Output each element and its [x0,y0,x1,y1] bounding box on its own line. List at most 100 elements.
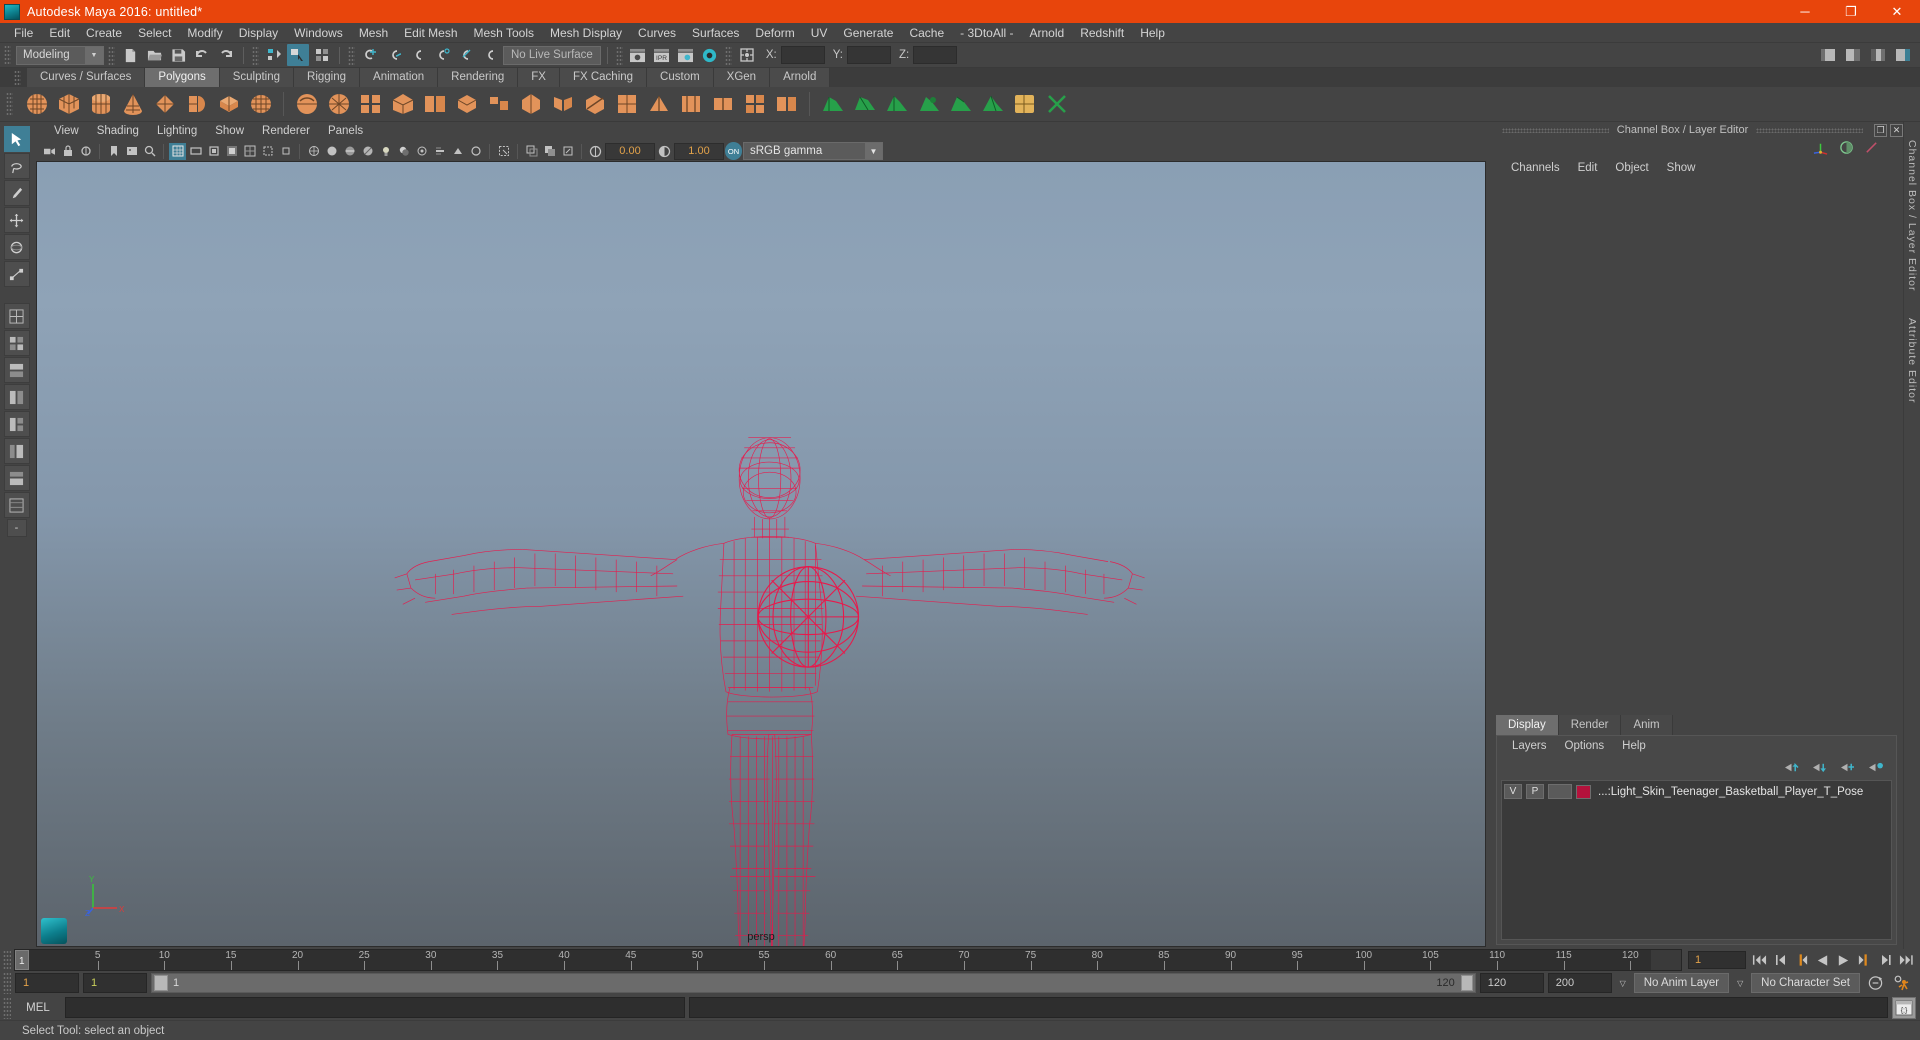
smooth-icon[interactable] [324,90,353,119]
layer-list[interactable]: V P ...:Light_Skin_Teenager_Basketball_P… [1501,780,1892,940]
depth-of-field-icon[interactable] [467,143,484,160]
menu-item-cache[interactable]: Cache [901,23,952,43]
field-chart-icon[interactable] [241,143,258,160]
anim-layer-chevron-icon[interactable]: ▽ [1616,973,1630,993]
step-forward-key-icon[interactable] [1855,951,1874,969]
layer-menu-layers[interactable]: Layers [1503,740,1556,752]
extrude-icon[interactable] [356,90,385,119]
side-tab-attribute-editor[interactable]: Attribute Editor [1906,318,1918,403]
exposure-field[interactable]: 0.00 [605,143,655,160]
range-slider-left-handle[interactable] [154,975,168,991]
new-layer-icon[interactable] [1839,761,1856,774]
layer-row[interactable]: V P ...:Light_Skin_Teenager_Basketball_P… [1504,783,1889,800]
menu-item-windows[interactable]: Windows [286,23,351,43]
transform-axis-icon[interactable] [1812,140,1829,155]
time-slider-grip[interactable] [3,950,11,970]
film-gate-icon[interactable] [187,143,204,160]
undo-icon[interactable] [191,44,213,66]
grid-toggle-icon[interactable] [169,143,186,160]
play-backwards-icon[interactable] [1813,951,1832,969]
shelf-tab-rigging[interactable]: Rigging [294,68,360,87]
lock-camera-icon[interactable] [59,143,76,160]
step-back-key-icon[interactable] [1792,951,1811,969]
shadows-icon[interactable] [395,143,412,160]
motion-blur-icon[interactable] [431,143,448,160]
snap-to-view-plane-icon[interactable] [455,44,477,66]
command-language-label[interactable]: MEL [15,1002,61,1014]
smooth-shade-all-icon[interactable] [323,143,340,160]
four-view-layout[interactable] [4,330,30,356]
uv-planar-icon[interactable] [850,90,879,119]
move-layer-up-icon[interactable] [1783,761,1800,774]
menu-item-3dtoall[interactable]: - 3DtoAll - [952,23,1021,43]
xray-joints-icon[interactable] [541,143,558,160]
side-tab-channel-box[interactable]: Channel Box / Layer Editor [1906,140,1918,292]
select-by-hierarchy-icon[interactable] [263,44,285,66]
uv-cylindrical-icon[interactable] [882,90,911,119]
outliner-persp-layout[interactable] [4,438,30,464]
go-to-end-icon[interactable] [1897,951,1916,969]
offset-edge-loop-icon[interactable] [676,90,705,119]
layer-shading-toggle[interactable] [1548,784,1572,799]
color-management-selector[interactable]: sRGB gamma ▼ [743,142,883,160]
shaded-wireframe-icon[interactable] [341,143,358,160]
snap-to-curve-icon[interactable] [383,44,405,66]
show-hide-tool-settings-icon[interactable] [1867,44,1889,66]
shelf-tab-animation[interactable]: Animation [360,68,438,87]
menu-item-help[interactable]: Help [1132,23,1173,43]
close-button[interactable]: ✕ [1874,0,1920,23]
safe-action-icon[interactable] [259,143,276,160]
paint-select-tool[interactable] [4,180,30,206]
statusbar-grip[interactable] [4,45,11,65]
select-by-object-icon[interactable] [287,44,309,66]
resolution-gate-icon[interactable] [205,143,222,160]
polygon-cube-icon[interactable] [54,90,83,119]
mirror-icon[interactable] [548,90,577,119]
menu-item-mesh[interactable]: Mesh [351,23,396,43]
layer-menu-help[interactable]: Help [1613,740,1655,752]
uv-cut-icon[interactable] [1042,90,1071,119]
polygon-platonic-icon[interactable] [246,90,275,119]
shelf-tab-fx[interactable]: FX [518,68,560,87]
current-time-indicator[interactable]: 1 [15,950,29,970]
panel-close-button[interactable]: ✕ [1890,124,1903,137]
channel-menu-edit[interactable]: Edit [1569,162,1607,174]
insert-edge-loop-icon[interactable] [708,90,737,119]
menu-item-select[interactable]: Select [130,23,179,43]
scale-tool[interactable] [4,261,30,287]
panel-menu-view[interactable]: View [45,122,88,141]
command-output[interactable] [689,997,1888,1018]
play-forwards-icon[interactable] [1834,951,1853,969]
xray-active-components-icon[interactable] [559,143,576,160]
polygon-torus-icon[interactable] [150,90,179,119]
shelf-icons-grip[interactable] [6,92,13,116]
layer-playback-toggle[interactable]: P [1526,784,1544,799]
shelf-tab-arnold[interactable]: Arnold [770,68,830,87]
shelf-tab-fx-caching[interactable]: FX Caching [560,68,647,87]
live-surface-field[interactable]: No Live Surface [503,46,601,65]
menu-item-edit-mesh[interactable]: Edit Mesh [396,23,465,43]
coord-y-field[interactable] [847,46,891,64]
multi-cut-icon[interactable] [580,90,609,119]
move-layer-down-icon[interactable] [1811,761,1828,774]
perspective-viewport[interactable]: Y Z X persp [36,161,1486,947]
current-frame-field[interactable]: 1 [1688,951,1746,969]
command-line-grip[interactable] [3,997,11,1019]
animation-end-field[interactable]: 200 [1548,973,1612,993]
layer-visibility-toggle[interactable]: V [1504,784,1522,799]
minimize-button[interactable]: ─ [1782,0,1828,23]
animation-start-field[interactable]: 1 [15,973,79,993]
shelf-tab-curves-surfaces[interactable]: Curves / Surfaces [27,68,145,87]
channel-menu-channels[interactable]: Channels [1502,162,1569,174]
time-slider[interactable]: 1 51015202530354045505560657075808590951… [14,949,1682,971]
character-set-chevron-icon[interactable]: ▽ [1733,973,1747,993]
multisample-aa-icon[interactable] [449,143,466,160]
menu-item-curves[interactable]: Curves [630,23,684,43]
combine-icon[interactable] [452,90,481,119]
shelf-tab-xgen[interactable]: XGen [714,68,770,87]
textured-icon[interactable] [359,143,376,160]
go-to-start-icon[interactable] [1750,951,1769,969]
two-pane-side-layout[interactable] [4,384,30,410]
quad-draw-icon[interactable] [612,90,641,119]
select-camera-icon[interactable] [41,143,58,160]
